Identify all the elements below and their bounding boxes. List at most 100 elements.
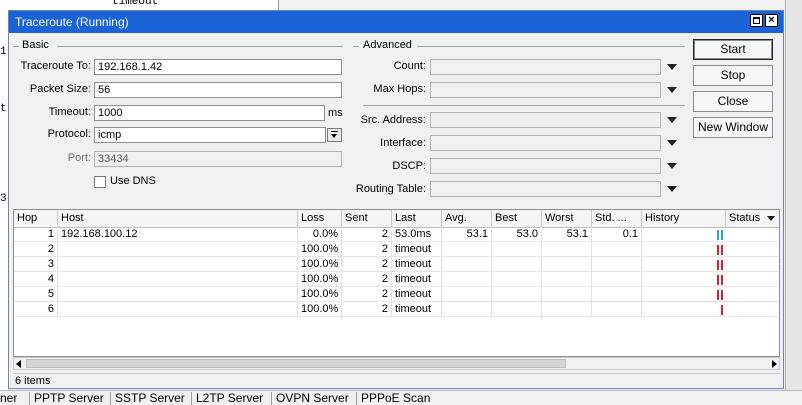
cell-worst [542, 287, 592, 302]
taskbar-tab-pptp-server[interactable]: PPTP Server [29, 392, 108, 405]
cell-host [58, 272, 298, 287]
max-hops-label: Max Hops: [373, 83, 426, 95]
history-graph [642, 257, 726, 272]
cell-last: timeout [392, 302, 442, 317]
stop-button[interactable]: Stop [693, 65, 773, 86]
cell-hop: 4 [14, 272, 58, 287]
background-right-scrollbar[interactable] [785, 0, 802, 390]
packet-size-label: Packet Size: [29, 83, 91, 95]
scrollbar-thumb[interactable] [26, 359, 566, 368]
routing-table-label: Routing Table: [355, 183, 426, 195]
interface-input[interactable] [430, 135, 661, 151]
cell-std [592, 257, 642, 272]
history-bar [717, 275, 719, 285]
traceroute-window: Traceroute (Running) × Basic Traceroute … [8, 10, 784, 389]
history-graph [642, 302, 726, 317]
cell-worst: 53.1 [542, 227, 592, 242]
taskbar-tab-sstp-server[interactable]: SSTP Server [110, 392, 189, 405]
use-dns-label: Use DNS [110, 175, 156, 187]
cell-host [58, 302, 298, 317]
column-avg[interactable]: Avg. [442, 210, 492, 227]
column-history[interactable]: History [642, 210, 726, 227]
src-address-label: Src. Address: [360, 114, 426, 126]
column-std[interactable]: Std. ... [592, 210, 642, 227]
advanced-group-title: Advanced [363, 39, 412, 51]
start-button[interactable]: Start [693, 39, 773, 60]
taskbar: ner PPTP Server SSTP Server L2TP Server … [0, 390, 802, 405]
history-bar [721, 245, 723, 255]
history-graph [642, 287, 726, 302]
column-loss[interactable]: Loss [298, 210, 342, 227]
count-input[interactable] [430, 59, 661, 75]
dscp-input[interactable] [430, 158, 661, 174]
routing-table-dropdown-icon[interactable] [667, 186, 677, 192]
column-last[interactable]: Last [392, 210, 442, 227]
count-dropdown-icon[interactable] [667, 64, 677, 70]
cell-hop: 6 [14, 302, 58, 317]
cell-sent: 2 [342, 287, 392, 302]
column-best[interactable]: Best [492, 210, 542, 227]
history-bar [717, 290, 719, 300]
new-window-button[interactable]: New Window [693, 117, 773, 138]
interface-label: Interface: [380, 137, 426, 149]
interface-dropdown-icon[interactable] [667, 140, 677, 146]
src-address-dropdown-icon[interactable] [667, 117, 677, 123]
advanced-group-line-right [417, 46, 685, 47]
close-button[interactable]: Close [693, 91, 773, 112]
taskbar-tab-l2tp-server[interactable]: L2TP Server [191, 392, 267, 405]
packet-size-input[interactable]: 56 [94, 82, 342, 98]
cell-host: 192.168.100.12 [58, 227, 298, 242]
cell-avg [442, 257, 492, 272]
row-separator [14, 316, 779, 317]
cell-std [592, 272, 642, 287]
port-input[interactable]: 33434 [94, 151, 342, 167]
taskbar-tab-ovpn-server[interactable]: OVPN Server [271, 392, 353, 405]
basic-group-line-left [13, 46, 19, 47]
column-host[interactable]: Host [58, 210, 298, 227]
cell-best [492, 242, 542, 257]
max-hops-input[interactable] [430, 82, 661, 98]
results-table: Hop Host Loss Sent Last Avg. Best Worst … [13, 209, 780, 357]
cell-loss: 100.0% [298, 302, 342, 317]
cell-avg [442, 242, 492, 257]
src-address-input[interactable] [430, 112, 661, 128]
cell-loss: 100.0% [298, 272, 342, 287]
history-bar [717, 230, 719, 240]
column-sent[interactable]: Sent [342, 210, 392, 227]
items-count: 6 items [15, 375, 51, 387]
routing-table-input[interactable] [430, 181, 661, 197]
history-graph [642, 272, 726, 287]
timeout-input[interactable]: 1000 [94, 105, 325, 121]
column-hop[interactable]: Hop [14, 210, 58, 227]
cell-last: timeout [392, 242, 442, 257]
taskbar-tab-ner[interactable]: ner [0, 392, 21, 405]
column-worst[interactable]: Worst [542, 210, 592, 227]
protocol-select[interactable]: icmp [94, 127, 326, 143]
cell-loss: 0.0% [298, 227, 342, 242]
history-bar [721, 260, 723, 270]
background-timeout-text: timeout [112, 0, 159, 8]
cell-avg [442, 302, 492, 317]
horizontal-scrollbar[interactable] [13, 357, 780, 370]
scroll-left-icon[interactable] [16, 360, 21, 368]
count-label: Count: [393, 60, 426, 72]
cell-worst [542, 302, 592, 317]
max-hops-dropdown-icon[interactable] [667, 87, 677, 93]
taskbar-tab-pppoe-scan[interactable]: PPPoE Scan [356, 392, 434, 405]
port-label: Port: [67, 152, 91, 164]
use-dns-checkbox[interactable] [94, 176, 106, 188]
history-bar [721, 230, 723, 240]
traceroute-to-input[interactable]: 192.168.1.42 [94, 59, 342, 75]
close-icon[interactable]: × [765, 14, 778, 27]
status-bar: 6 items [13, 373, 780, 388]
scroll-right-icon[interactable] [772, 360, 777, 368]
history-bar [717, 245, 719, 255]
cell-best: 53.0 [492, 227, 542, 242]
background-left-char-1: 1 [0, 46, 7, 58]
cell-sent: 2 [342, 242, 392, 257]
window-titlebar[interactable]: Traceroute (Running) × [9, 11, 783, 33]
column-menu-icon[interactable] [767, 216, 775, 221]
maximize-icon[interactable] [750, 14, 763, 27]
dscp-dropdown-icon[interactable] [667, 163, 677, 169]
cell-worst [542, 257, 592, 272]
